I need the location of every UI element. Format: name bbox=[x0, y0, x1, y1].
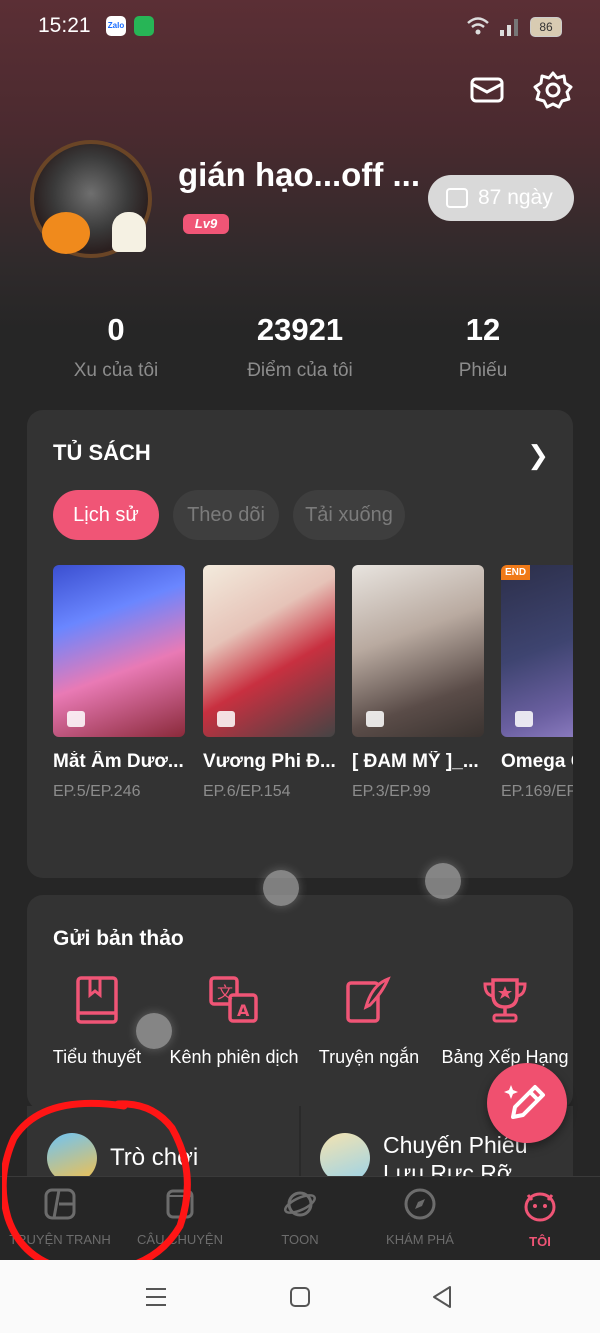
days-label: 87 ngày bbox=[478, 186, 553, 209]
pumpkin-decoration bbox=[42, 212, 90, 254]
stat-label: Phiếu bbox=[458, 360, 508, 381]
red-circle-annotation bbox=[2, 1100, 191, 1276]
book-title: Mắt Âm Dươ... bbox=[53, 751, 184, 772]
touch-indicator bbox=[263, 870, 299, 906]
stat-value: 12 bbox=[465, 312, 501, 347]
nav-me[interactable]: TÔI bbox=[480, 1187, 600, 1249]
comic-type-icon bbox=[67, 711, 85, 727]
comic-type-icon bbox=[217, 711, 235, 727]
draft-title: Gửi bản thảo bbox=[53, 927, 184, 950]
nav-label: KHÁM PHÁ bbox=[386, 1232, 454, 1247]
draft-label: Truyện ngắn bbox=[318, 1047, 420, 1067]
book-episode: EP.6/EP.154 bbox=[203, 783, 291, 800]
nav-label: TÔI bbox=[529, 1234, 551, 1249]
face-icon bbox=[524, 1192, 556, 1222]
stat-label: Xu của tôi bbox=[73, 360, 159, 381]
compass-icon bbox=[404, 1188, 436, 1220]
level-badge: Lv9 bbox=[183, 214, 229, 234]
book-item[interactable]: Vương Phi Đ... EP.6/EP.154 bbox=[203, 565, 335, 801]
end-tag: END bbox=[501, 565, 531, 580]
zalo-icon: Zalo bbox=[106, 16, 126, 36]
write-fab-button[interactable] bbox=[487, 1063, 567, 1143]
planet-icon bbox=[284, 1191, 316, 1217]
book-episode: EP.169/EP bbox=[501, 783, 573, 800]
stat-value: 23921 bbox=[256, 312, 344, 347]
book-list: Mắt Âm Dươ... EP.5/EP.246 Vương Phi Đ...… bbox=[53, 565, 573, 825]
svg-text:文: 文 bbox=[217, 983, 233, 1002]
chat-type-icon bbox=[515, 711, 533, 727]
nav-label: TOON bbox=[281, 1232, 319, 1247]
draft-ranking-button[interactable]: Bảng Xếp Hạng bbox=[435, 975, 575, 1068]
ghost-decoration bbox=[112, 212, 146, 252]
calendar-icon bbox=[446, 188, 468, 208]
draft-label: Tiểu thuyết bbox=[52, 1047, 142, 1067]
stat-coins[interactable]: 0 Xu của tôi bbox=[16, 312, 216, 382]
book-item[interactable]: END Omega Ó EP.169/EP bbox=[501, 565, 573, 801]
home-icon[interactable] bbox=[288, 1285, 312, 1309]
book-title: Omega Ó bbox=[501, 751, 573, 772]
system-navigation-bar bbox=[0, 1260, 600, 1333]
pencil-icon bbox=[504, 1085, 545, 1119]
back-icon[interactable] bbox=[430, 1284, 454, 1310]
messages-icon bbox=[134, 16, 154, 36]
battery-indicator: 86 bbox=[530, 17, 562, 37]
divider bbox=[299, 1106, 301, 1176]
touch-indicator bbox=[136, 1013, 172, 1049]
book-item[interactable]: [ ĐAM MỸ ]_... EP.3/EP.99 bbox=[352, 565, 484, 801]
bookshelf-title: TỦ SÁCH bbox=[53, 440, 151, 465]
recent-apps-icon[interactable] bbox=[144, 1286, 168, 1308]
chevron-right-icon[interactable]: ❯ bbox=[527, 440, 549, 471]
status-time: 15:21 bbox=[38, 14, 91, 37]
quill-icon bbox=[346, 976, 391, 1023]
translate-icon: 文 A bbox=[209, 976, 258, 1023]
draft-label: Kênh phiên dịch bbox=[169, 1047, 299, 1067]
book-cover bbox=[352, 565, 484, 737]
bookshelf-card: TỦ SÁCH ❯ Lịch sử Theo dõi Tải xuống Mắt… bbox=[27, 410, 573, 878]
nav-explore[interactable]: KHÁM PHÁ bbox=[360, 1187, 480, 1247]
book-icon bbox=[76, 976, 118, 1024]
draft-translation-button[interactable]: 文 A Kênh phiên dịch bbox=[164, 975, 304, 1068]
stat-value: 0 bbox=[107, 312, 125, 347]
book-episode: EP.5/EP.246 bbox=[53, 783, 141, 800]
tab-downloads[interactable]: Tải xuống bbox=[293, 490, 405, 540]
tab-following[interactable]: Theo dõi bbox=[173, 490, 279, 540]
tab-history[interactable]: Lịch sử bbox=[53, 490, 159, 540]
book-cover bbox=[53, 565, 185, 737]
draft-short-story-button[interactable]: Truyện ngắn bbox=[299, 975, 439, 1068]
checkin-days-pill[interactable]: 87 ngày bbox=[428, 175, 574, 221]
book-title: [ ĐAM MỸ ]_... bbox=[352, 751, 479, 772]
book-item[interactable]: Mắt Âm Dươ... EP.5/EP.246 bbox=[53, 565, 185, 801]
wifi-signal-icon bbox=[467, 17, 518, 36]
settings-gear-icon[interactable] bbox=[533, 70, 573, 110]
book-title: Vương Phi Đ... bbox=[203, 751, 335, 772]
stat-label: Điểm của tôi bbox=[247, 360, 353, 381]
username: gián hạo...off ... bbox=[178, 156, 420, 193]
touch-indicator bbox=[425, 863, 461, 899]
status-bar: 15:21 Zalo 86 bbox=[0, 0, 600, 52]
stat-points[interactable]: 23921 Điểm của tôi bbox=[200, 312, 400, 382]
book-episode: EP.3/EP.99 bbox=[352, 783, 431, 800]
svg-text:A: A bbox=[237, 1001, 250, 1020]
book-cover: END bbox=[501, 565, 573, 737]
nav-toon[interactable]: TOON bbox=[240, 1187, 360, 1247]
trophy-icon bbox=[483, 978, 527, 1023]
chat-type-icon bbox=[366, 711, 384, 727]
stat-tickets[interactable]: 12 Phiếu bbox=[383, 312, 583, 382]
mail-icon[interactable] bbox=[467, 70, 507, 110]
book-cover bbox=[203, 565, 335, 737]
